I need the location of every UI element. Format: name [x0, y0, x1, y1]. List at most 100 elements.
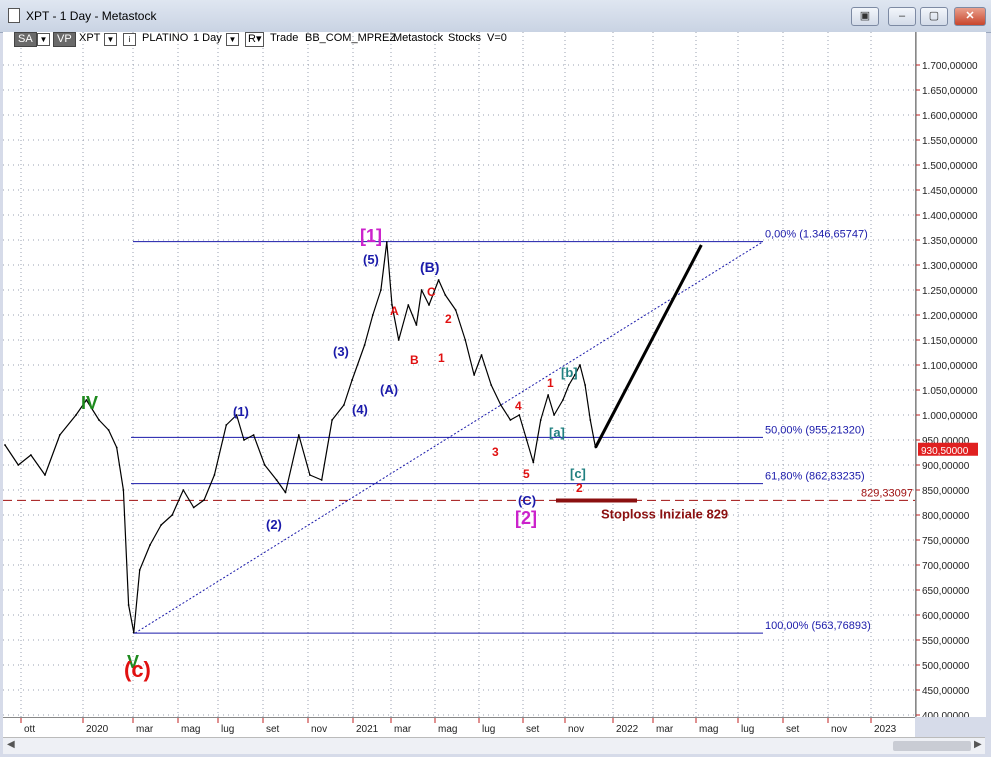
price-point — [351, 379, 353, 381]
wave-label: 1 — [547, 376, 554, 390]
y-tick-label: 1.400,00000 — [922, 211, 978, 222]
price-point — [115, 446, 118, 449]
wave-label: C — [427, 285, 436, 299]
y-tick-label: 750,00000 — [922, 536, 970, 547]
maximize-button[interactable]: ▢ — [920, 7, 948, 26]
stoploss-label: Stoploss Iniziale 829 — [601, 507, 728, 522]
y-axis[interactable]: 1.700,00000 1.650,00000 1.600,00000 1.550,0… — [915, 32, 986, 722]
scroll-right-icon[interactable]: ▶ — [974, 739, 982, 750]
x-tick-label: mar — [656, 724, 674, 735]
info-icon[interactable]: i — [123, 33, 136, 46]
price-point — [263, 464, 266, 466]
y-tick-label: 1.350,00000 — [922, 236, 978, 247]
x-tick-label: 2021 — [356, 724, 379, 735]
fib-level-label: 50,00% (955,21320) — [765, 424, 865, 436]
x-axis-svg: ott 2020 mar mag lug set nov 2021 mar mag lug set no… — [20, 718, 897, 735]
x-tick-label: mar — [394, 724, 412, 735]
price-point — [320, 479, 323, 481]
wave-label: B — [410, 353, 419, 367]
price-point — [44, 474, 46, 476]
y-tick-label: 500,00000 — [922, 661, 970, 672]
y-tick-label: 1.600,00000 — [922, 111, 978, 122]
wave-label: 2 — [445, 312, 452, 326]
price-point — [562, 399, 564, 401]
minimize-button[interactable]: – — [888, 7, 916, 26]
x-tick-label: set — [786, 724, 800, 735]
sa-button[interactable]: SA — [14, 32, 37, 47]
wave-label: (C) — [518, 493, 536, 508]
chart-toolbar: SA ▼ VP XPT ▼ i PLATINO 1 Day ▼ R▾ Trade… — [0, 32, 991, 47]
x-tick-label: mag — [699, 724, 718, 735]
price-point — [331, 419, 333, 421]
title-bar: XPT - 1 Day - Metastock ▣ – ▢ ✕ — [0, 0, 991, 33]
price-point — [567, 384, 570, 386]
price-point — [4, 444, 6, 446]
price-point — [343, 404, 345, 406]
price-point — [509, 419, 512, 421]
price-point — [415, 324, 418, 326]
last-price-label: 930,50000 — [921, 446, 969, 457]
price-point — [29, 454, 32, 456]
price-point — [584, 384, 587, 386]
x-tick-label: lug — [741, 724, 754, 735]
r-label: R — [248, 33, 256, 45]
price-point — [132, 631, 135, 634]
wave-label: (3) — [333, 344, 349, 359]
window-title: XPT - 1 Day - Metastock — [26, 9, 157, 23]
scroll-thumb[interactable] — [893, 741, 971, 751]
wave-label: [2] — [515, 508, 537, 528]
price-point — [107, 429, 110, 431]
horizontal-scrollbar[interactable]: ◀ ▶ — [3, 737, 985, 754]
wave-label: (2) — [266, 517, 282, 532]
wave-label: [1] — [360, 226, 382, 246]
price-point — [308, 474, 311, 476]
wave-label: (B) — [420, 259, 439, 275]
y-tick-label: 400,00000 — [922, 711, 970, 717]
sa-dropdown-icon[interactable]: ▼ — [37, 33, 50, 46]
price-point — [579, 364, 581, 366]
y-tick-label: 700,00000 — [922, 561, 970, 572]
app-label: Metastock — [393, 32, 444, 44]
x-tick-label: nov — [831, 724, 847, 735]
wave-label: (1) — [233, 404, 249, 419]
dashed-level-label: 829,33097 — [861, 487, 913, 499]
close-button[interactable]: ✕ — [954, 7, 986, 26]
restore-layout-button[interactable]: ▣ — [851, 7, 879, 26]
price-chart: 0,00% (1.346,65747) 50,00% (955,21320) 61,… — [3, 32, 915, 717]
trade-label[interactable]: Trade — [270, 32, 298, 45]
y-tick-label: 1.700,00000 — [922, 61, 978, 72]
price-point — [297, 434, 300, 436]
period-dropdown-icon[interactable]: ▼ — [226, 33, 239, 46]
chart-plot-area[interactable]: 0,00% (1.346,65747) 50,00% (955,21320) 61,… — [3, 32, 915, 717]
y-tick-label: 650,00000 — [922, 586, 970, 597]
fib-level-label: 61,80% (862,83235) — [765, 471, 865, 483]
y-tick-label: 1.550,00000 — [922, 136, 978, 147]
y-tick-label: 1.050,00000 — [922, 386, 978, 397]
wave-label: (4) — [352, 402, 368, 417]
wave-label: 5 — [523, 467, 530, 481]
symbol-label: XPT — [79, 32, 101, 44]
price-point — [547, 394, 550, 396]
scroll-left-icon[interactable]: ◀ — [7, 739, 15, 750]
y-tick-label: 1.200,00000 — [922, 311, 978, 322]
y-tick-label: 850,00000 — [922, 486, 970, 497]
wave-label: [a] — [549, 425, 565, 440]
price-point — [192, 506, 195, 509]
price-point — [589, 419, 592, 421]
x-tick-label: 2020 — [86, 724, 109, 735]
x-tick-label: set — [266, 724, 280, 735]
fib-level-label: 100,00% (563,76893) — [765, 620, 871, 632]
price-point — [58, 434, 61, 436]
wave-label: IV — [81, 393, 98, 413]
symbol-dropdown-icon[interactable]: ▼ — [104, 33, 117, 46]
y-tick-label: 1.150,00000 — [922, 336, 978, 347]
price-point — [473, 374, 476, 376]
price-point — [428, 304, 430, 306]
x-axis[interactable]: ott 2020 mar mag lug set nov 2021 mar mag lug set no… — [3, 717, 915, 738]
wave-label: 2 — [576, 481, 583, 495]
vp-button[interactable]: VP — [53, 32, 76, 47]
y-tick-label: 1.650,00000 — [922, 86, 978, 97]
stocks-label: Stocks — [448, 32, 482, 44]
r-dropdown[interactable]: R▾ — [245, 32, 265, 47]
wave-label: 3 — [492, 445, 499, 459]
